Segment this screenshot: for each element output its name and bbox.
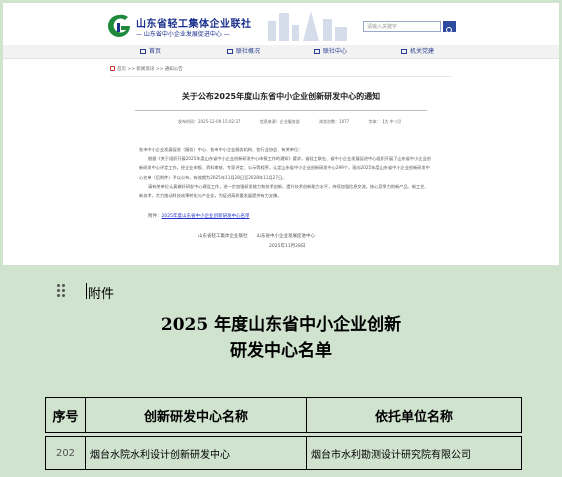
search-button[interactable]	[443, 21, 456, 35]
row-center-name: 烟台水院水利设计创新研发中心	[85, 436, 307, 470]
nav-home[interactable]: 首页	[140, 45, 161, 58]
main-navbar: 首页 联社概况 联社中心 机关党建	[3, 45, 559, 59]
drag-handle-icon[interactable]	[57, 284, 67, 298]
document-title-line1: 2025 年度山东省中小企业创新	[160, 315, 402, 335]
location-icon	[110, 66, 115, 71]
header-unit-name: 依托单位名称	[306, 397, 522, 433]
paragraph: 请有关单位认真做好研发中心建设工作，进一步加强研发能力和技术创新，提升技术创新能…	[139, 183, 429, 199]
skyline-graphic	[268, 11, 347, 41]
search-icon	[446, 27, 454, 35]
attachment-label: 附件	[88, 287, 115, 302]
article-meta: 发布时间：2025-12-09 15:02:37 信息来源：企业服务部 浏览次数…	[178, 119, 421, 125]
logo-icon	[108, 14, 130, 37]
attachment-link[interactable]: 2025年度山东省中小企业创新研发中心名单	[162, 214, 250, 219]
building-icon	[314, 49, 320, 54]
table-row: 202 烟台水院水利设计创新研发中心 烟台市水利勘测设计研究院有限公司	[45, 436, 522, 470]
publish-date: 发布时间：2025-12-09 15:02:37	[178, 119, 241, 124]
site-logo-subtitle: — 山东省中小企业发展促进中心 —	[136, 31, 230, 38]
search-input[interactable]: 请输入关键字	[363, 21, 441, 32]
salutation: 各市中小企业发展促进（服务）中心、各市中小企业服务机构、各行业协会、有关单位：	[139, 147, 303, 152]
row-index: 202	[45, 436, 86, 470]
flag-icon	[401, 49, 407, 54]
breadcrumb[interactable]: 首页 >> 新闻资讯 >> 通知公告	[110, 66, 183, 72]
text-cursor	[86, 283, 87, 299]
article-body: 各市中小企业发展促进（服务）中心、各市中小企业服务机构、各行业协会、有关单位： …	[139, 145, 431, 200]
info-icon	[227, 49, 233, 54]
table-header-row: 序号 创新研发中心名称 依托单位名称	[45, 397, 522, 433]
name-table: 序号 创新研发中心名称 依托单位名称 202 烟台水院水利设计创新研发中心 烟台…	[45, 397, 522, 470]
row-unit-name: 烟台市水利勘测设计研究院有限公司	[306, 436, 522, 470]
attachment-line: 附件：2025年度山东省中小企业创新研发中心名单	[148, 214, 250, 219]
nav-about[interactable]: 联社概况	[227, 45, 260, 58]
signature: 山东省轻工集体企业联社 山东省中小企业发展促进中心	[198, 234, 315, 239]
font-size-switch[interactable]: 字体：【大 中 小】	[369, 119, 404, 124]
info-source: 信息来源：企业服务部	[259, 119, 300, 124]
header-index: 序号	[45, 397, 86, 433]
paragraph: 根据《关于组织开展2025年度山东省中小企业创新研发中心申报工作的通知》要求，省…	[139, 156, 431, 180]
nav-party[interactable]: 机关党建	[401, 45, 434, 58]
site-header: 山东省轻工集体企业联社 — 山东省中小企业发展促进中心 — 请输入关键字	[3, 3, 559, 43]
nav-center[interactable]: 联社中心	[314, 45, 347, 58]
breadcrumb-divider	[110, 76, 452, 77]
website-screenshot: 山东省轻工集体企业联社 — 山东省中小企业发展促进中心 — 请输入关键字 首页 …	[3, 3, 559, 265]
home-icon	[140, 49, 146, 54]
article-title: 关于公布2025年度山东省中小企业创新研发中心的通知	[181, 92, 381, 101]
site-logo-title: 山东省轻工集体企业联社	[136, 19, 252, 30]
signature-date: 2025年11月28日	[269, 244, 306, 249]
header-center-name: 创新研发中心名称	[85, 397, 307, 433]
view-count: 浏览次数：1077	[319, 119, 350, 124]
document-title-line2: 研发中心名单	[230, 341, 332, 361]
title-divider	[135, 110, 427, 111]
